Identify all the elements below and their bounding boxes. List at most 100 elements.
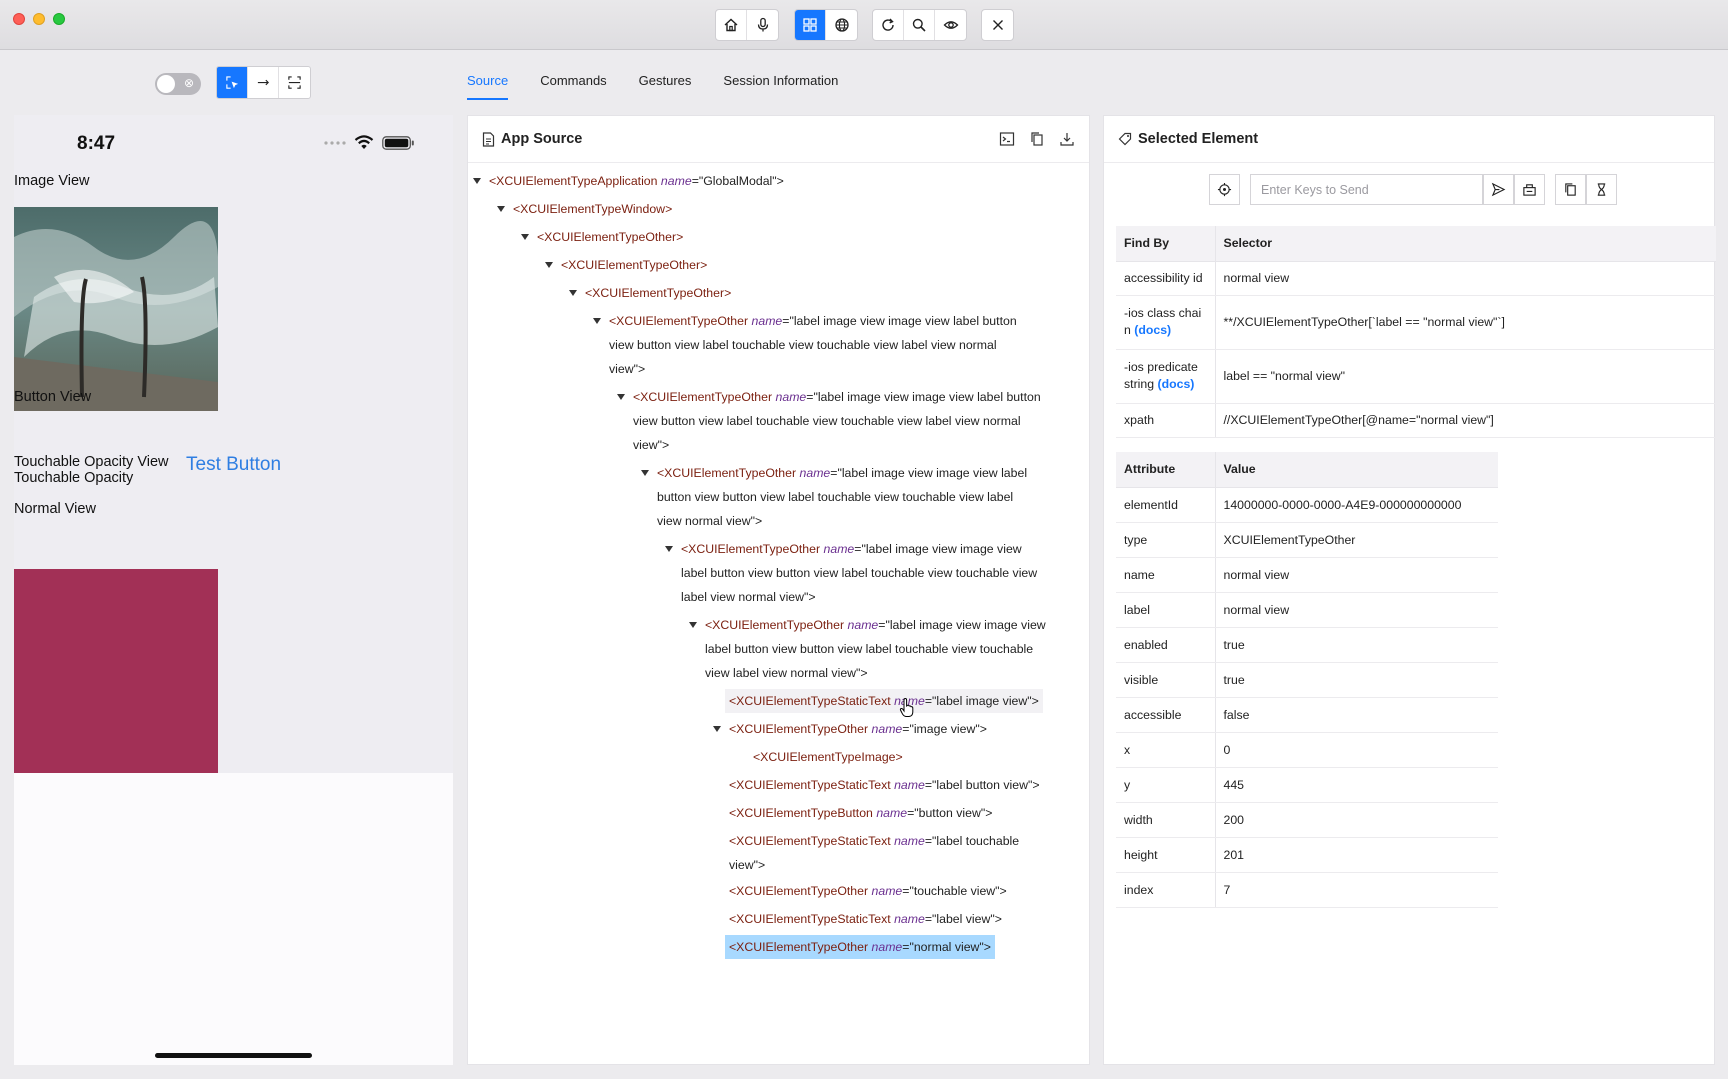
download-icon[interactable] (1059, 131, 1075, 147)
arrow-right-icon (257, 79, 269, 86)
attribute-name: index (1116, 872, 1216, 908)
search-button[interactable] (904, 10, 935, 40)
tab-gestures[interactable]: Gestures (639, 60, 692, 100)
strategy-text: -ios class chai (1124, 306, 1202, 320)
source-tree-node[interactable]: <XCUIElementTypeWindow> (497, 197, 672, 221)
source-tree-node[interactable]: <XCUIElementTypeOther name="label image … (665, 537, 1061, 609)
node-attr: name (871, 722, 903, 736)
expand-caret-icon[interactable] (569, 290, 577, 296)
terminal-icon[interactable] (999, 131, 1015, 147)
source-tree-node[interactable]: <XCUIElementTypeStaticText name="label i… (725, 689, 1043, 713)
tab-source[interactable]: Source (467, 60, 509, 100)
home-button[interactable] (716, 10, 747, 40)
tap-element-button[interactable] (1209, 174, 1240, 205)
node-value-continued: view"> (609, 362, 646, 376)
node-value-continued: view label view normal view"> (705, 666, 868, 680)
expand-caret-icon[interactable] (689, 622, 697, 628)
swipe-mode-button[interactable] (248, 67, 279, 98)
web-mode-button[interactable] (826, 10, 857, 40)
node-attr: name (871, 884, 903, 898)
expand-caret-icon[interactable] (665, 546, 673, 552)
expand-caret-icon[interactable] (641, 470, 649, 476)
send-keys-button[interactable] (1483, 174, 1514, 205)
docs-link[interactable]: (docs) (1158, 377, 1195, 391)
node-value: ="label image view image view label (830, 466, 1028, 480)
zoom-window-button[interactable] (53, 13, 65, 25)
refresh-button[interactable] (873, 10, 904, 40)
selector-header: Selector (1215, 226, 1716, 262)
source-tree-node[interactable]: <XCUIElementTypeOther> (521, 225, 683, 249)
attribute-name: type (1116, 522, 1216, 558)
node-value-continued: button view button view label touchable … (657, 490, 1014, 504)
get-timing-button[interactable] (1586, 174, 1617, 205)
source-tree-node[interactable]: <XCUIElementTypeOther name="image view"> (713, 717, 987, 741)
app-source-title: App Source (501, 131, 583, 147)
attribute-value: 14000000-0000-0000-A4E9-000000000000 (1215, 487, 1498, 523)
expand-caret-icon[interactable] (545, 262, 553, 268)
quit-session-button[interactable] (982, 10, 1013, 40)
node-attr: name (894, 778, 925, 792)
source-tree-node[interactable]: <XCUIElementTypeOther> (569, 281, 731, 305)
sea-ladder-image[interactable] (14, 207, 218, 411)
source-tree-node[interactable]: <XCUIElementTypeOther name="label image … (641, 461, 1057, 533)
strategy-text: -ios predicate (1124, 360, 1198, 374)
node-attr: name (823, 542, 855, 556)
recorder-button[interactable] (935, 10, 966, 40)
minimize-window-button[interactable] (33, 13, 45, 25)
expand-caret-icon[interactable] (521, 234, 529, 240)
source-tree-node[interactable]: <XCUIElementTypeOther name="label image … (617, 385, 1053, 457)
touchable-opacity-element[interactable]: Touchable Opacity (14, 470, 133, 486)
expand-caret-icon[interactable] (713, 726, 721, 732)
microphone-icon (757, 17, 768, 32)
source-tree-node[interactable]: <XCUIElementTypeOther> (545, 253, 707, 277)
native-app-mode-button[interactable] (795, 10, 826, 40)
toggle-knob (157, 75, 175, 93)
show-element-handles-toggle[interactable]: ⊗ (155, 73, 201, 95)
source-tree-node[interactable]: <XCUIElementTypeOther name="normal view"… (725, 935, 995, 959)
source-tree-node[interactable]: <XCUIElementTypeStaticText name="label t… (729, 829, 1019, 877)
docs-link[interactable]: (docs) (1134, 323, 1171, 337)
selector-value[interactable]: //XCUIElementTypeOther[@name="normal vie… (1215, 403, 1716, 438)
expand-caret-icon[interactable] (497, 206, 505, 212)
clear-element-button[interactable] (1514, 174, 1545, 205)
tab-commands[interactable]: Commands (540, 60, 606, 100)
device-screenshot[interactable]: 8:47 Image View Button View Test Button … (14, 115, 453, 1065)
expand-caret-icon[interactable] (617, 394, 625, 400)
siri-button[interactable] (747, 10, 778, 40)
attribute-row: label normal view (1116, 592, 1498, 628)
selector-value[interactable]: label == "normal view" (1215, 349, 1716, 404)
tab-session-information[interactable]: Session Information (723, 60, 838, 100)
node-value: ="label button view"> (924, 778, 1040, 792)
source-tree-node[interactable]: <XCUIElementTypeButton name="button view… (729, 801, 992, 825)
copy-attributes-button[interactable] (1555, 174, 1586, 205)
expand-caret-icon[interactable] (593, 318, 601, 324)
tap-coordinates-mode-button[interactable] (279, 67, 310, 98)
normal-view-box[interactable] (14, 569, 218, 775)
source-tree-node[interactable]: <XCUIElementTypeOther name="label image … (689, 613, 1065, 685)
node-value: ="touchable view"> (902, 884, 1007, 898)
attribute-value: false (1215, 697, 1498, 733)
nav-toolbar-group (715, 9, 779, 41)
attribute-row: width 200 (1116, 802, 1498, 838)
source-tree-node[interactable]: <XCUIElementTypeStaticText name="label b… (729, 773, 1040, 797)
source-tree-node[interactable]: <XCUIElementTypeImage> (753, 745, 903, 769)
close-window-button[interactable] (13, 13, 25, 25)
attribute-value: true (1215, 627, 1498, 663)
selector-value[interactable]: normal view (1215, 261, 1716, 296)
refresh-icon (882, 18, 894, 31)
selector-value[interactable]: **/XCUIElementTypeOther[`label == "norma… (1215, 295, 1716, 350)
source-tree-node[interactable]: <XCUIElementTypeOther name="touchable vi… (729, 879, 1007, 903)
source-tree-node[interactable]: <XCUIElementTypeApplication name="Global… (473, 169, 784, 193)
node-value: ="label view"> (924, 912, 1002, 926)
app-source-panel: App Source <XCUIElementTypeApplication n… (467, 115, 1090, 1065)
node-tag: <XCUIElementTypeStaticText (729, 694, 891, 708)
source-tree-node[interactable]: <XCUIElementTypeStaticText name="label v… (729, 907, 1002, 931)
select-elements-mode-button[interactable] (217, 67, 248, 98)
copy-xml-icon[interactable] (1029, 131, 1045, 147)
grid-icon (803, 18, 817, 32)
source-tree-node[interactable]: <XCUIElementTypeOther name="label image … (593, 309, 1029, 381)
node-tag: <XCUIElementTypeStaticText (729, 778, 891, 792)
send-keys-input[interactable] (1250, 174, 1483, 205)
expand-caret-icon[interactable] (473, 178, 481, 184)
test-button[interactable]: Test Button (186, 454, 281, 476)
